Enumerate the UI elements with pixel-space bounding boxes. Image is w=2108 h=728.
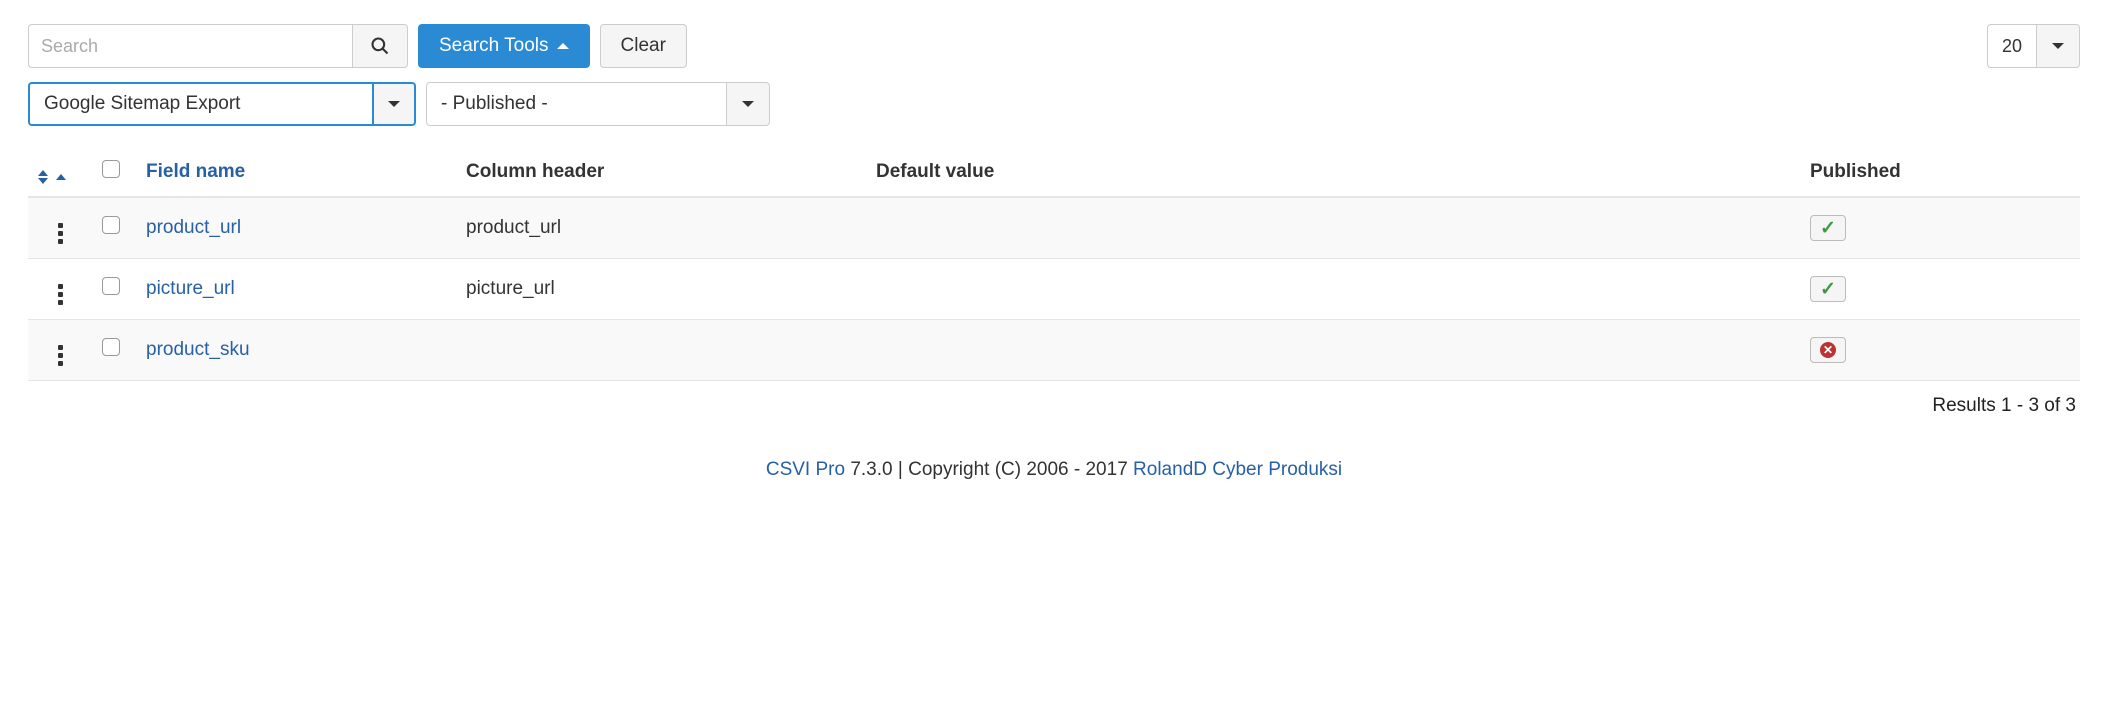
drag-handle-icon[interactable] [58, 345, 63, 366]
col-checkall[interactable] [92, 148, 136, 197]
chevron-down-icon [2052, 43, 2064, 49]
default-value-cell [866, 197, 1800, 259]
publish-toggle-published[interactable]: ✓ [1810, 215, 1846, 241]
published-filter[interactable]: - Published - [426, 82, 770, 126]
clear-button[interactable]: Clear [600, 24, 687, 68]
publish-toggle-unpublished[interactable]: ✕ [1810, 337, 1846, 363]
limit-select[interactable]: 20 [1987, 24, 2080, 68]
drag-handle-cell [28, 259, 92, 320]
search-group [28, 24, 408, 68]
col-field-name[interactable]: Field name [136, 148, 456, 197]
published-cell: ✓ [1800, 259, 2080, 320]
footer-company-link[interactable]: RolandD Cyber Produksi [1133, 459, 1342, 480]
col-column-header-label: Column header [466, 161, 604, 182]
published-cell: ✕ [1800, 320, 2080, 381]
search-tools-button[interactable]: Search Tools [418, 24, 590, 68]
field-name-link[interactable]: product_url [146, 217, 241, 238]
row-checkbox[interactable] [102, 277, 120, 295]
drag-handle-icon[interactable] [58, 284, 63, 305]
footer-version-text: 7.3.0 | Copyright (C) 2006 - 2017 [845, 459, 1133, 480]
publish-toggle-published[interactable]: ✓ [1810, 276, 1846, 302]
fields-table: Field name Column header Default value P… [28, 148, 2080, 381]
row-checkbox[interactable] [102, 338, 120, 356]
col-ordering[interactable] [28, 148, 92, 197]
row-check-cell [92, 320, 136, 381]
template-filter-caret[interactable] [372, 82, 416, 126]
table-row: product_url product_url ✓ [28, 197, 2080, 259]
toolbar-row-1: Search Tools Clear 20 [28, 24, 2080, 68]
col-published-label: Published [1810, 161, 1901, 182]
search-button[interactable] [352, 24, 408, 68]
field-name-cell: product_sku [136, 320, 456, 381]
row-check-cell [92, 259, 136, 320]
check-icon: ✓ [1820, 217, 1836, 240]
default-value-cell [866, 259, 1800, 320]
column-header-cell [456, 320, 866, 381]
row-checkbox[interactable] [102, 216, 120, 234]
table-row: product_sku ✕ [28, 320, 2080, 381]
column-header-cell: picture_url [456, 259, 866, 320]
drag-handle-icon[interactable] [58, 223, 63, 244]
row-check-cell [92, 197, 136, 259]
search-icon [370, 36, 390, 56]
check-all-checkbox[interactable] [102, 160, 120, 178]
clear-label: Clear [621, 35, 666, 57]
caret-up-icon [557, 43, 569, 49]
limit-value: 20 [1987, 24, 2036, 68]
chevron-down-icon [388, 101, 400, 107]
drag-handle-cell [28, 320, 92, 381]
footer: CSVI Pro 7.3.0 | Copyright (C) 2006 - 20… [28, 417, 2080, 481]
default-value-cell [866, 320, 1800, 381]
footer-product-link[interactable]: CSVI Pro [766, 459, 845, 480]
col-field-name-label: Field name [146, 161, 245, 182]
col-published[interactable]: Published [1800, 148, 2080, 197]
limit-caret-button[interactable] [2036, 24, 2080, 68]
col-default-value-label: Default value [876, 161, 994, 182]
sort-order-icon [38, 170, 66, 184]
toolbar-row-2: Google Sitemap Export - Published - [28, 82, 2080, 126]
results-count: Results 1 - 3 of 3 [28, 381, 2080, 417]
check-icon: ✓ [1820, 278, 1836, 301]
unpublished-icon: ✕ [1820, 342, 1836, 358]
col-column-header[interactable]: Column header [456, 148, 866, 197]
chevron-down-icon [742, 101, 754, 107]
published-filter-value: - Published - [426, 82, 726, 126]
field-name-link[interactable]: picture_url [146, 278, 235, 299]
published-filter-caret[interactable] [726, 82, 770, 126]
field-name-cell: picture_url [136, 259, 456, 320]
search-tools-label: Search Tools [439, 35, 549, 57]
col-default-value[interactable]: Default value [866, 148, 1800, 197]
search-input[interactable] [28, 24, 352, 68]
table-row: picture_url picture_url ✓ [28, 259, 2080, 320]
table-header-row: Field name Column header Default value P… [28, 148, 2080, 197]
template-filter[interactable]: Google Sitemap Export [28, 82, 416, 126]
published-cell: ✓ [1800, 197, 2080, 259]
field-name-link[interactable]: product_sku [146, 339, 250, 360]
column-header-cell: product_url [456, 197, 866, 259]
field-name-cell: product_url [136, 197, 456, 259]
drag-handle-cell [28, 197, 92, 259]
template-filter-value: Google Sitemap Export [28, 82, 372, 126]
